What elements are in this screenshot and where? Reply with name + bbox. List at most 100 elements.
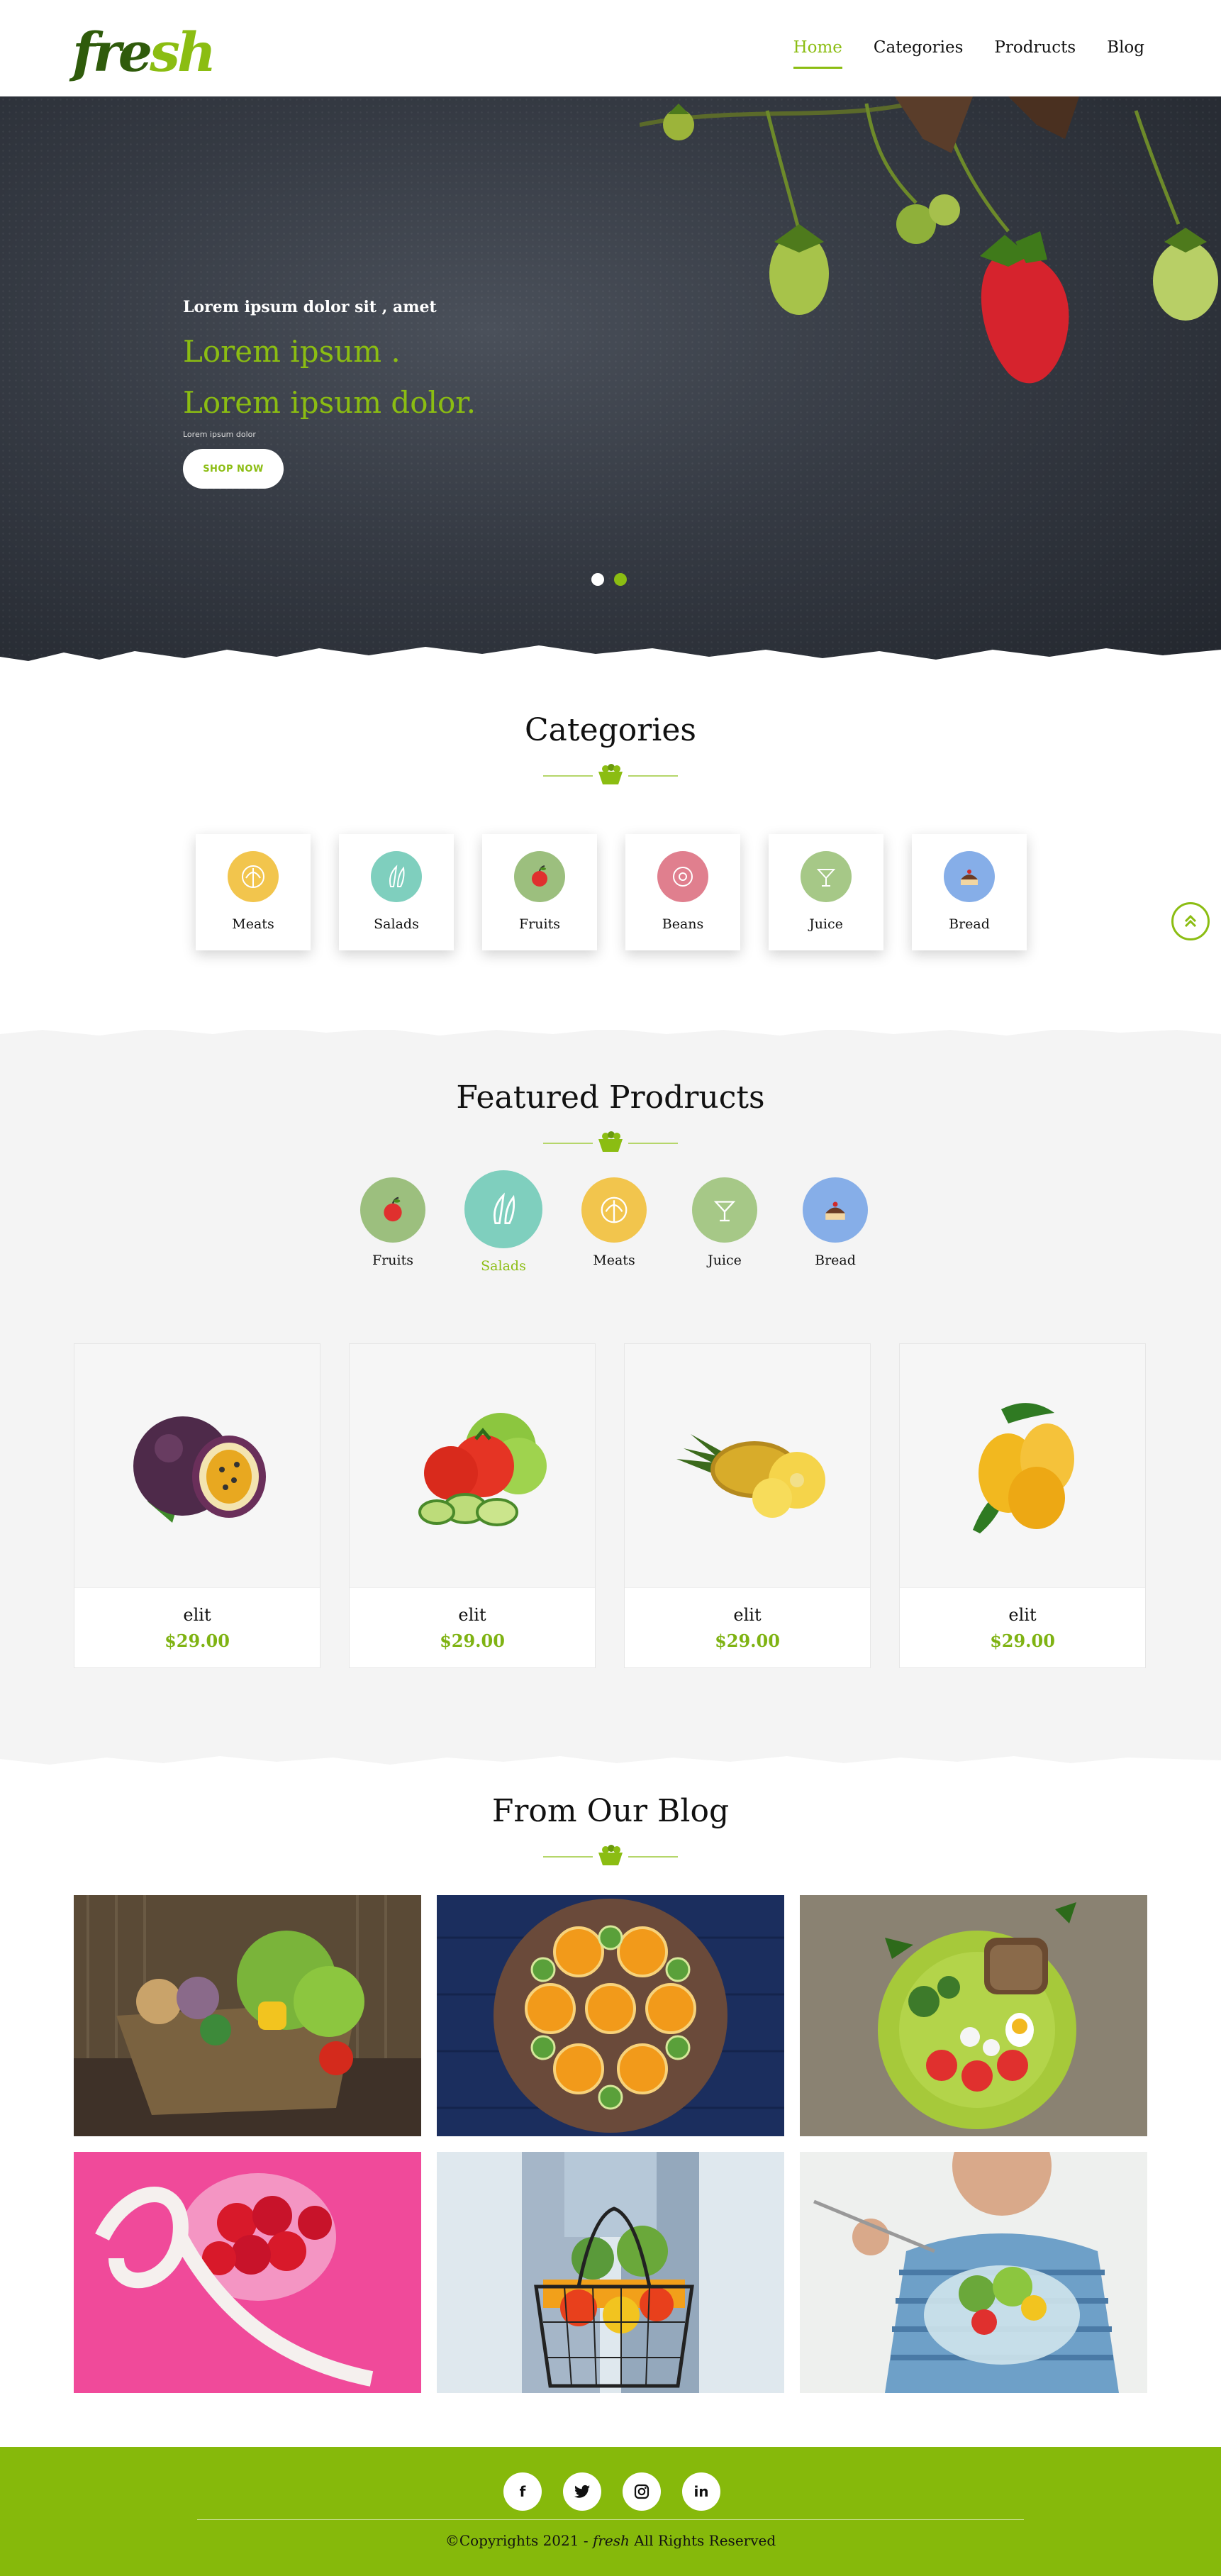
nav-products[interactable]: Prodructs — [994, 38, 1076, 69]
product-card[interactable]: elit $29.00 — [349, 1343, 596, 1668]
filter-label: Meats — [593, 1253, 635, 1268]
slider-dot-1[interactable] — [591, 573, 604, 586]
salad-plate-image[interactable] — [800, 1895, 1147, 2136]
copyright-suffix: All Rights Reserved — [629, 2532, 776, 2549]
passion-fruit-image — [74, 1344, 320, 1588]
linkedin-icon[interactable]: in — [682, 2472, 720, 2511]
twitter-icon[interactable] — [563, 2472, 601, 2511]
slider-dots — [591, 573, 627, 586]
filter-fruits[interactable]: Fruits — [356, 1177, 430, 1274]
scroll-to-top-button[interactable] — [1171, 902, 1210, 940]
apple-icon — [514, 851, 565, 902]
strawberries-tape-image[interactable] — [74, 2152, 421, 2393]
cocktail-icon — [801, 851, 852, 902]
category-label: Fruits — [519, 916, 560, 932]
product-card[interactable]: elit $29.00 — [899, 1343, 1146, 1668]
torn-paper-edge — [0, 645, 1221, 678]
blog-grid — [74, 1895, 1147, 2393]
hero-subtitle: Lorem ipsum dolor sit , amet — [183, 298, 437, 316]
category-card-salads[interactable]: Salads — [339, 834, 454, 950]
shopping-basket-image[interactable] — [437, 2152, 784, 2393]
footer-divider — [197, 2519, 1024, 2520]
category-label: Beans — [662, 916, 704, 932]
filter-salads[interactable]: Salads — [464, 1170, 542, 1274]
featured-title: Featured Prodructs — [456, 1079, 765, 1116]
product-name: elit — [1008, 1605, 1037, 1625]
cocktail-icon — [692, 1177, 757, 1243]
category-label: Meats — [232, 916, 274, 932]
hero-content: Lorem ipsum dolor sit , amet Lorem ipsum… — [183, 298, 476, 489]
category-card-bread[interactable]: Bread — [912, 834, 1027, 950]
hero-caption: Lorem ipsum dolor — [183, 430, 256, 439]
copyright-prefix: ©Copyrights 2021 - — [445, 2532, 593, 2549]
nav-blog[interactable]: Blog — [1107, 38, 1144, 69]
torn-paper-edge — [0, 1023, 1221, 1036]
main-nav: Home Categories Prodructs Blog — [793, 38, 1144, 69]
basket-divider-icon — [543, 764, 678, 784]
category-label: Juice — [809, 916, 843, 932]
hero-title-line-1: Lorem ipsum . — [183, 334, 401, 369]
category-card-fruits[interactable]: Fruits — [482, 834, 597, 950]
product-price: $29.00 — [165, 1631, 230, 1651]
nav-home[interactable]: Home — [793, 38, 842, 69]
cake-icon — [944, 851, 995, 902]
filter-label: Fruits — [372, 1253, 413, 1268]
chevron-up-icon — [1184, 914, 1197, 928]
nav-categories[interactable]: Categories — [874, 38, 964, 69]
cabbage-icon — [581, 1177, 647, 1243]
cabbage-icon — [228, 851, 279, 902]
basket-divider-icon — [543, 1131, 678, 1152]
featured-filters: Fruits Salads Meats Juice Bread — [356, 1170, 872, 1274]
product-card[interactable]: elit $29.00 — [74, 1343, 320, 1668]
blog-title: From Our Blog — [491, 1793, 730, 1829]
tomato-cucumber-image — [350, 1344, 595, 1588]
categories-title: Categories — [525, 712, 696, 748]
product-card[interactable]: elit $29.00 — [624, 1343, 871, 1668]
mango-image — [900, 1344, 1145, 1588]
shop-now-button[interactable]: SHOP NOW — [183, 449, 284, 489]
basket-divider-icon — [543, 1845, 678, 1865]
man-eating-salad-image[interactable] — [800, 2152, 1147, 2393]
orange-kiwi-board-image[interactable] — [437, 1895, 784, 2136]
instagram-icon[interactable] — [623, 2472, 661, 2511]
hero-title: Lorem ipsum . Lorem ipsum dolor. — [183, 326, 476, 428]
cake-icon — [803, 1177, 868, 1243]
logo-text-b: sh — [150, 20, 216, 84]
site-header: fresh Home Categories Prodructs Blog — [0, 0, 1221, 96]
copyright-text: ©Copyrights 2021 - fresh All Rights Rese… — [0, 2532, 1221, 2549]
product-name: elit — [733, 1605, 762, 1625]
torn-paper-edge — [0, 1756, 1221, 1772]
filter-label: Salads — [481, 1258, 526, 1274]
peapod-icon — [371, 851, 422, 902]
category-label: Salads — [374, 916, 419, 932]
product-price: $29.00 — [440, 1631, 505, 1651]
category-label: Bread — [949, 916, 990, 932]
product-name: elit — [183, 1605, 211, 1625]
category-card-meats[interactable]: Meats — [196, 834, 311, 950]
strawberries-image — [640, 96, 1218, 384]
filter-label: Bread — [815, 1253, 856, 1268]
hero-slider: Lorem ipsum dolor sit , amet Lorem ipsum… — [0, 96, 1221, 678]
category-card-juice[interactable]: Juice — [769, 834, 883, 950]
pineapple-image — [625, 1344, 870, 1588]
categories-list: Meats Salads Fruits Beans Juice Bread — [196, 834, 1027, 950]
product-price: $29.00 — [990, 1631, 1055, 1651]
filter-label: Juice — [708, 1253, 742, 1268]
site-footer: f in — [0, 2447, 1221, 2576]
product-grid: elit $29.00 elit $29.00 elit $29.00 elit… — [74, 1343, 1146, 1668]
slider-dot-2[interactable] — [614, 573, 627, 586]
product-name: elit — [458, 1605, 486, 1625]
facebook-icon[interactable]: f — [503, 2472, 542, 2511]
hero-title-line-2: Lorem ipsum dolor. — [183, 385, 476, 420]
vegetable-basket-image[interactable] — [74, 1895, 421, 2136]
filter-bread[interactable]: Bread — [798, 1177, 872, 1274]
product-price: $29.00 — [715, 1631, 780, 1651]
peapod-icon — [464, 1170, 542, 1248]
category-card-beans[interactable]: Beans — [625, 834, 740, 950]
donut-icon — [657, 851, 708, 902]
logo[interactable]: fresh — [72, 20, 216, 84]
social-links: f in — [503, 2472, 720, 2511]
apple-icon — [360, 1177, 425, 1243]
filter-juice[interactable]: Juice — [688, 1177, 762, 1274]
filter-meats[interactable]: Meats — [577, 1177, 651, 1274]
